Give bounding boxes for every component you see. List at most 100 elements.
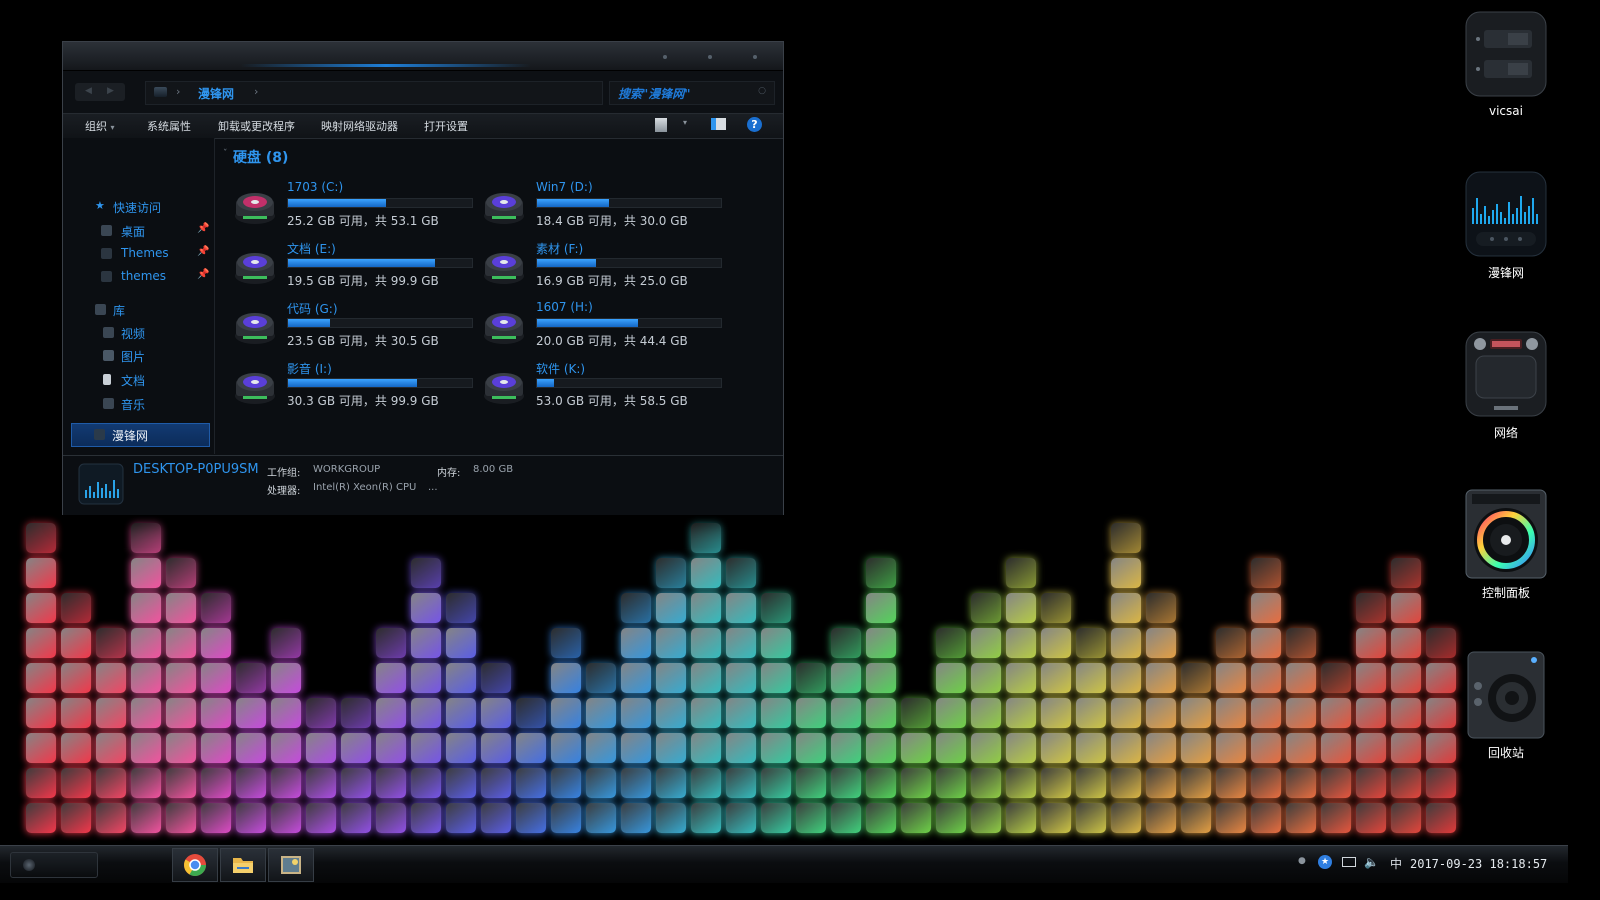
wallpaper-tile (1426, 663, 1456, 693)
collapse-arrow-icon[interactable]: ˇ (223, 149, 228, 159)
desktop-icon-network[interactable]: 网络 (1458, 328, 1554, 444)
help-icon[interactable]: ? (747, 117, 762, 132)
nav-this-pc[interactable]: 漫锋网 (71, 423, 210, 447)
drive-item[interactable]: 素材 (F:) 16.9 GB 可用，共 25.0 GB (482, 240, 722, 292)
folder-icon (101, 271, 112, 282)
wallpaper-tile (656, 698, 686, 728)
close-button[interactable] (753, 55, 757, 59)
nav-pictures-label: 图片 (121, 350, 146, 364)
maximize-button[interactable] (708, 55, 712, 59)
uninstall-button[interactable]: 卸载或更改程序 (218, 118, 295, 134)
organize-button[interactable]: 组织 ▾ (85, 118, 115, 134)
clock[interactable]: 2017-09-23 18:18:57 (1410, 857, 1547, 871)
drive-name: 软件 (K:) (536, 362, 586, 376)
drive-usage-fill (288, 379, 417, 387)
taskbar-chrome-button[interactable] (172, 848, 218, 882)
wallpaper-tile (166, 663, 196, 693)
wallpaper-tile (586, 803, 616, 833)
wallpaper-tile (96, 698, 126, 728)
nav-videos[interactable]: 视频 (63, 322, 214, 344)
wallpaper-tile (481, 733, 511, 763)
pin-icon[interactable]: 📌 (197, 269, 209, 280)
wallpaper-tile (516, 768, 546, 798)
wallpaper-tile (726, 558, 756, 588)
volume-icon[interactable]: 🔈 (1364, 855, 1379, 869)
view-options-icon[interactable] (655, 118, 667, 132)
forward-arrow-icon[interactable]: ▶ (107, 86, 114, 96)
desktop-icon-label: 网络 (1493, 426, 1518, 440)
drive-item[interactable]: 软件 (K:) 53.0 GB 可用，共 58.5 GB (482, 360, 722, 412)
wallpaper-tile (1216, 733, 1246, 763)
computer-icon (94, 429, 105, 440)
wallpaper-tile (831, 768, 861, 798)
wallpaper-tile (96, 768, 126, 798)
nav-themes-upper[interactable]: Themes 📌 (63, 243, 214, 265)
drive-item[interactable]: 1607 (H:) 20.0 GB 可用，共 44.4 GB (482, 300, 722, 352)
radio-icon (1465, 331, 1547, 417)
address-bar[interactable]: › 漫锋网 › (145, 81, 603, 105)
wallpaper-tile (411, 593, 441, 623)
shield-star-icon[interactable]: ★ (1318, 855, 1332, 869)
wallpaper-tile (26, 698, 56, 728)
wallpaper-tile (131, 663, 161, 693)
taskbar-app-button[interactable] (268, 848, 314, 882)
wallpaper-tile (1251, 558, 1281, 588)
wallpaper-tile (1146, 733, 1176, 763)
desktop-icon-label: vicsai (1489, 104, 1523, 118)
search-icon[interactable]: ○ (758, 86, 766, 96)
desktop-icon-manfeng[interactable]: 漫锋网 (1458, 168, 1554, 284)
wallpaper-tile (761, 663, 791, 693)
group-title[interactable]: 硬盘 (8) (233, 147, 288, 167)
back-arrow-icon[interactable]: ◀ (85, 86, 92, 96)
window-title-bar[interactable] (63, 42, 783, 71)
minimize-button[interactable] (663, 55, 667, 59)
wallpaper-tile (1356, 803, 1386, 833)
chevron-down-icon[interactable]: ▾ (683, 118, 687, 127)
wallpaper-tile (516, 733, 546, 763)
wallpaper-tile (691, 768, 721, 798)
map-drive-button[interactable]: 映射网络驱动器 (321, 118, 398, 134)
preview-pane-icon[interactable] (711, 118, 726, 130)
drive-item[interactable]: 文档 (E:) 19.5 GB 可用，共 99.9 GB (233, 240, 473, 292)
nav-buttons[interactable]: ◀ ▶ (75, 83, 125, 101)
desktop-icon-vicsai[interactable]: vicsai (1458, 8, 1554, 124)
nav-pictures[interactable]: 图片 (63, 345, 214, 367)
processor-label: 处理器: (267, 486, 301, 497)
desktop-icon-recycle-bin[interactable]: 回收站 (1458, 650, 1554, 766)
tray-expand-icon[interactable]: ● (1298, 856, 1306, 866)
wallpaper-tile (901, 698, 931, 728)
file-explorer-window[interactable]: ◀ ▶ › 漫锋网 › 搜索"漫锋网" ○ 组织 ▾ 系统属性 卸载或更改程序 … (62, 41, 784, 515)
drive-item[interactable]: 代码 (G:) 23.5 GB 可用，共 30.5 GB (233, 300, 473, 352)
wallpaper-tile (691, 733, 721, 763)
nav-quick-access[interactable]: ★ 快速访问 (63, 196, 214, 218)
nav-desktop[interactable]: 桌面 📌 (63, 220, 214, 242)
address-path[interactable]: 漫锋网 (198, 85, 234, 102)
turntable-icon (1465, 489, 1547, 579)
network-tray-icon[interactable] (1342, 857, 1356, 867)
search-box[interactable]: 搜索"漫锋网" ○ (609, 81, 775, 105)
start-button[interactable] (10, 852, 98, 878)
nav-music[interactable]: 音乐 (63, 393, 214, 415)
wallpaper-tile (1251, 733, 1281, 763)
pin-icon[interactable]: 📌 (197, 246, 209, 257)
nav-library[interactable]: 库 (63, 299, 214, 321)
ime-indicator[interactable]: 中 (1390, 855, 1402, 872)
memory-value: 8.00 GB (473, 464, 514, 475)
wallpaper-tile (656, 558, 686, 588)
wallpaper-tile (61, 628, 91, 658)
system-properties-button[interactable]: 系统属性 (147, 118, 191, 134)
drive-item[interactable]: Win7 (D:) 18.4 GB 可用，共 30.0 GB (482, 180, 722, 232)
wallpaper-tile (411, 558, 441, 588)
taskbar-explorer-button[interactable] (220, 848, 266, 882)
wallpaper-tile (96, 733, 126, 763)
wallpaper-tile (621, 768, 651, 798)
nav-documents[interactable]: 文档 (63, 369, 214, 391)
pin-icon[interactable]: 📌 (197, 223, 209, 234)
open-settings-button[interactable]: 打开设置 (424, 118, 468, 134)
desktop-icon-control-panel[interactable]: 控制面板 (1458, 488, 1554, 604)
search-placeholder: 搜索"漫锋网" (618, 87, 691, 101)
drive-item[interactable]: 1703 (C:) 25.2 GB 可用，共 53.1 GB (233, 180, 473, 232)
workgroup-value: WORKGROUP (313, 464, 381, 475)
drive-item[interactable]: 影音 (I:) 30.3 GB 可用，共 99.9 GB (233, 360, 473, 412)
nav-themes-lower[interactable]: themes 📌 (63, 266, 214, 288)
